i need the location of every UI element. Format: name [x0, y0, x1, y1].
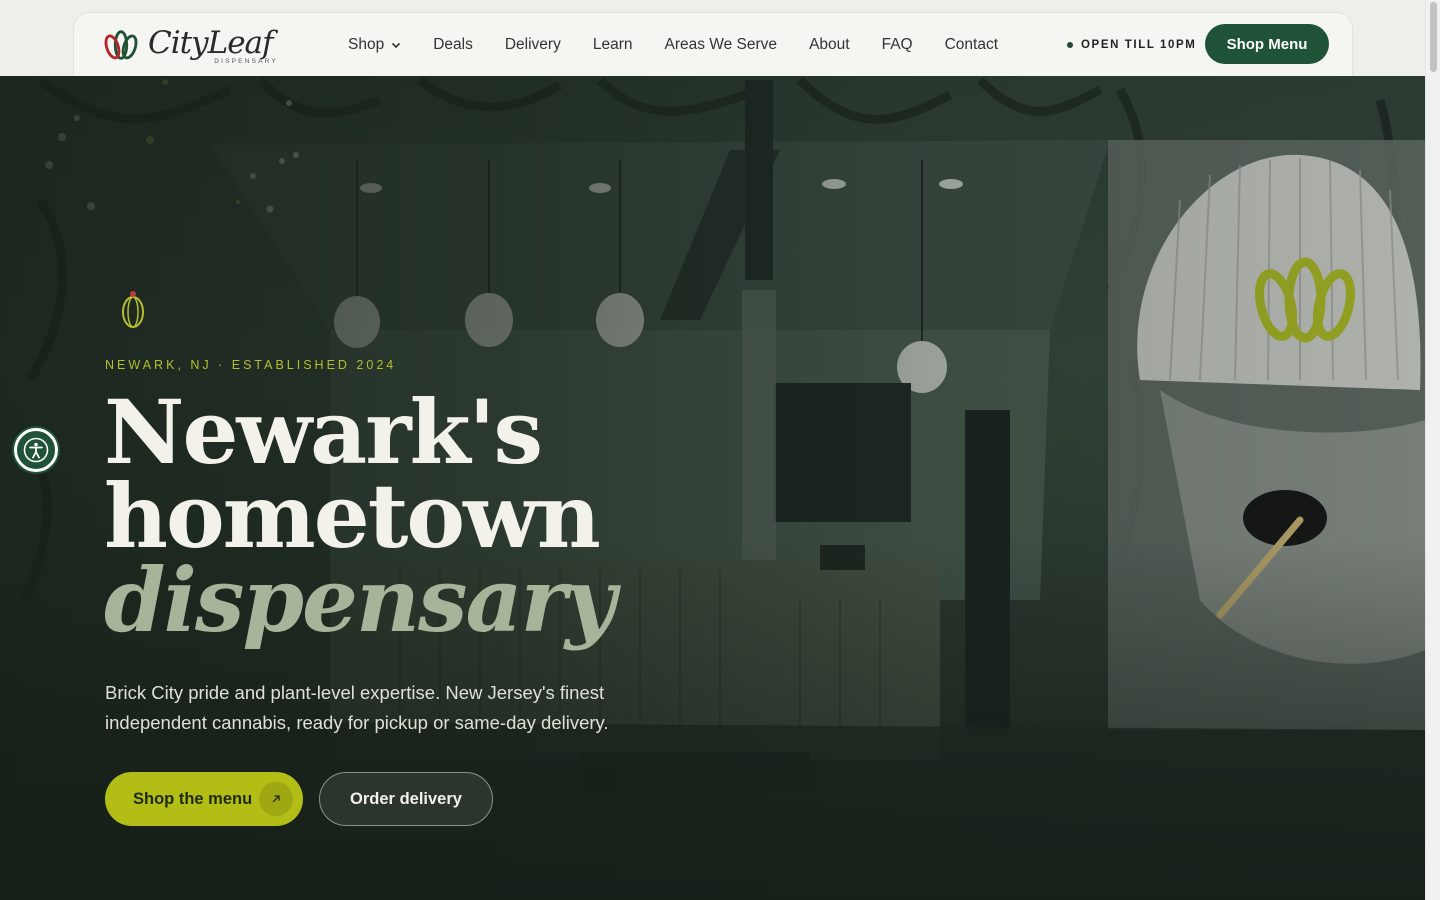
leaf-outline-icon	[122, 291, 144, 328]
accessibility-icon	[23, 437, 49, 463]
nav-item-label: Contact	[944, 36, 999, 53]
hero-eyebrow: NEWARK, NJ · ESTABLISHED 2024	[105, 358, 397, 372]
nav-item-label: Deals	[433, 36, 473, 53]
nav-item-contact[interactable]: Contact	[945, 36, 998, 54]
scrollbar-thumb[interactable]	[1430, 2, 1437, 72]
shop-the-menu-label: Shop the menu	[133, 789, 253, 808]
headline-line-3: dispensary	[104, 548, 616, 652]
nav-item-delivery[interactable]: Delivery	[505, 36, 561, 54]
status-dot-icon	[1067, 42, 1073, 48]
main-navigation: CityLeaf DISPENSARY Shop Deals Delivery …	[73, 12, 1353, 76]
open-status-text: OPEN TILL 10PM	[1081, 39, 1197, 51]
nav-item-label: Delivery	[504, 36, 561, 53]
nav-item-areas-we-serve[interactable]: Areas We Serve	[664, 36, 777, 54]
headline-line-1: Newark's	[104, 380, 543, 484]
lotus-logo-icon	[104, 30, 138, 60]
hero-description: Brick City pride and plant-level experti…	[105, 682, 609, 733]
brand-subtitle: DISPENSARY	[214, 58, 278, 65]
nav-item-shop[interactable]: Shop	[348, 36, 401, 54]
arrow-up-right-icon	[259, 782, 293, 816]
hero-headline: Newark's hometown dispensary	[104, 380, 616, 652]
nav-item-label: Learn	[592, 36, 633, 53]
nav-menu: Shop Deals Delivery Learn Areas We Serve…	[348, 13, 1030, 77]
order-delivery-button[interactable]: Order delivery	[319, 772, 493, 826]
shop-menu-button[interactable]: Shop Menu	[1205, 24, 1329, 64]
order-delivery-label: Order delivery	[350, 789, 462, 808]
nav-item-deals[interactable]: Deals	[433, 36, 473, 54]
brand-name: CityLeaf	[148, 25, 273, 61]
brand-wordmark: CityLeaf DISPENSARY	[148, 23, 280, 67]
nav-item-label: FAQ	[881, 36, 913, 53]
nav-item-label: Areas We Serve	[664, 36, 778, 53]
chevron-down-icon	[392, 42, 401, 49]
nav-item-label: Shop	[348, 36, 385, 53]
page-scrollbar[interactable]	[1425, 0, 1440, 900]
accessibility-button[interactable]	[14, 428, 58, 472]
brand-logo[interactable]: CityLeaf DISPENSARY	[102, 23, 282, 67]
headline-line-2: hometown	[104, 464, 601, 568]
nav-item-about[interactable]: About	[809, 36, 850, 54]
nav-item-label: About	[809, 36, 850, 53]
open-status-badge: OPEN TILL 10PM	[1067, 13, 1196, 77]
shop-the-menu-button[interactable]: Shop the menu	[105, 772, 303, 826]
nav-item-faq[interactable]: FAQ	[882, 36, 913, 54]
nav-item-learn[interactable]: Learn	[593, 36, 633, 54]
